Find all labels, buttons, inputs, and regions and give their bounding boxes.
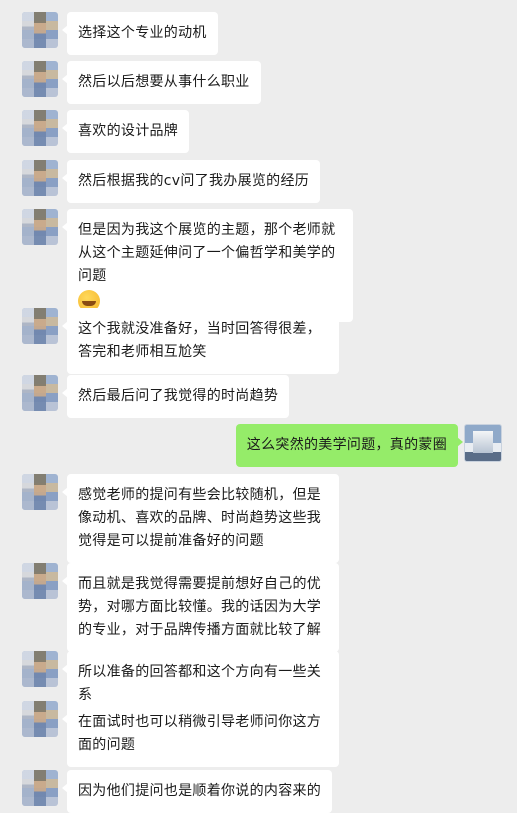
contact-avatar[interactable]	[22, 61, 58, 97]
message-text: 但是因为我这个展览的主题，那个老师就从这个主题延伸问了一个偏哲学和美学的问题	[78, 222, 336, 284]
message-bubble[interactable]: 但是因为我这个展览的主题，那个老师就从这个主题延伸问了一个偏哲学和美学的问题	[62, 209, 353, 322]
message-bubble[interactable]: 感觉老师的提问有些会比较随机，但是像动机、喜欢的品牌、时尚趋势这些我觉得是可以提…	[62, 474, 339, 563]
message-bubble[interactable]: 然后根据我的cv问了我办展览的经历	[61, 160, 321, 203]
contact-avatar[interactable]	[22, 308, 58, 344]
message-bubble[interactable]: 然后以后想要从事什么职业	[62, 61, 261, 104]
self-avatar[interactable]	[464, 424, 502, 462]
chat-message-list[interactable]: 选择这个专业的动机 然后以后想要从事什么职业 喜欢的设计品牌 然后根据我的cv问…	[0, 0, 517, 813]
message-bubble[interactable]: 喜欢的设计品牌	[61, 110, 190, 153]
contact-avatar[interactable]	[22, 160, 58, 196]
contact-avatar[interactable]	[22, 209, 58, 245]
contact-avatar[interactable]	[22, 563, 58, 599]
message-bubble[interactable]: 选择这个专业的动机	[62, 12, 218, 55]
contact-avatar[interactable]	[22, 12, 58, 48]
message-bubble[interactable]: 在面试时也可以稍微引导老师问你这方面的问题	[62, 701, 339, 767]
contact-avatar[interactable]	[22, 651, 58, 687]
contact-avatar[interactable]	[22, 375, 58, 411]
contact-avatar[interactable]	[22, 701, 58, 737]
message-bubble[interactable]: 然后最后问了我觉得的时尚趋势	[61, 375, 290, 418]
message-bubble-self[interactable]: 这么突然的美学问题，真的蒙圈	[235, 424, 464, 467]
message-bubble[interactable]: 这个我就没准备好，当时回答得很差，答完和老师相互尬笑	[62, 308, 339, 374]
message-bubble[interactable]: 因为他们提问也是顺着你说的内容来的	[61, 770, 333, 813]
contact-avatar[interactable]	[22, 474, 58, 510]
message-bubble[interactable]: 而且就是我觉得需要提前想好自己的优势，对哪方面比较懂。我的话因为大学的专业，对于…	[62, 563, 339, 652]
contact-avatar[interactable]	[22, 770, 58, 806]
contact-avatar[interactable]	[22, 110, 58, 146]
